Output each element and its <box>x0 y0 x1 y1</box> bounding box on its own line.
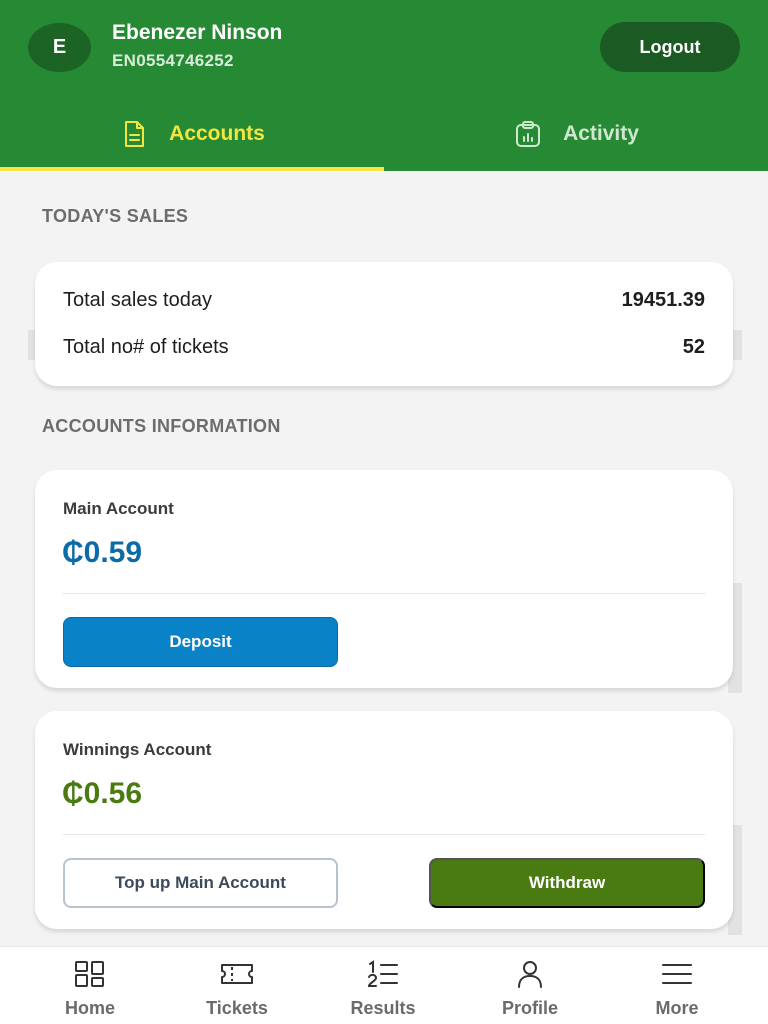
ticket-icon <box>220 959 254 989</box>
winnings-account-balance: ₵0.56 <box>62 777 143 810</box>
nav-home[interactable]: Home <box>30 947 150 1024</box>
nav-more[interactable]: More <box>617 947 737 1024</box>
nav-home-label: Home <box>64 998 115 1018</box>
accounts-info-title: ACCOUNTS INFORMATION <box>42 416 281 436</box>
total-tickets-value: 52 <box>682 336 705 358</box>
tab-accounts[interactable]: Accounts <box>0 104 384 164</box>
app-header: E Ebenezer Ninson EN0554746252 Logout Ac… <box>0 0 768 171</box>
nav-tickets[interactable]: Tickets <box>177 947 297 1024</box>
winnings-account-card: Winnings Account ₵0.56 Top up Main Accou… <box>35 711 733 929</box>
bottom-nav: Home Tickets Results Profile More <box>0 946 768 1024</box>
logout-button[interactable]: Logout <box>600 22 740 72</box>
active-tab-indicator <box>0 167 384 171</box>
grid-icon <box>73 959 107 989</box>
user-id: EN0554746252 <box>112 51 234 70</box>
nav-profile-label: Profile <box>501 998 558 1018</box>
total-sales-label: Total sales today <box>63 289 212 311</box>
menu-icon <box>660 959 694 989</box>
nav-more-label: More <box>655 998 699 1018</box>
main-account-title: Main Account <box>63 499 174 518</box>
main-account-card: Main Account ₵0.59 Deposit <box>35 470 733 688</box>
tab-accounts-label: Accounts <box>169 122 265 145</box>
winnings-account-title: Winnings Account <box>63 740 212 759</box>
total-tickets-label: Total no# of tickets <box>63 336 229 358</box>
nav-tickets-label: Tickets <box>206 998 268 1018</box>
nav-profile[interactable]: Profile <box>470 947 590 1024</box>
deposit-button[interactable]: Deposit <box>63 617 338 667</box>
document-icon <box>119 119 149 149</box>
nav-results-label: Results <box>350 998 416 1018</box>
person-icon <box>513 959 547 989</box>
user-name: Ebenezer Ninson <box>112 21 283 44</box>
divider <box>63 834 705 835</box>
top-up-main-account-button[interactable]: Top up Main Account <box>63 858 338 908</box>
todays-sales-title: TODAY'S SALES <box>42 206 189 226</box>
tab-activity[interactable]: Activity <box>384 104 768 164</box>
main-account-balance: ₵0.59 <box>62 536 143 569</box>
nav-results[interactable]: Results <box>323 947 443 1024</box>
withdraw-button[interactable]: Withdraw <box>429 858 705 908</box>
todays-sales-card: Total sales today 19451.39 Total no# of … <box>35 262 733 386</box>
tab-activity-label: Activity <box>563 122 639 145</box>
divider <box>63 593 705 594</box>
avatar[interactable]: E <box>28 23 91 72</box>
numbered-list-icon <box>366 959 400 989</box>
clipboard-chart-icon <box>513 119 543 149</box>
total-sales-value: 19451.39 <box>621 289 705 311</box>
